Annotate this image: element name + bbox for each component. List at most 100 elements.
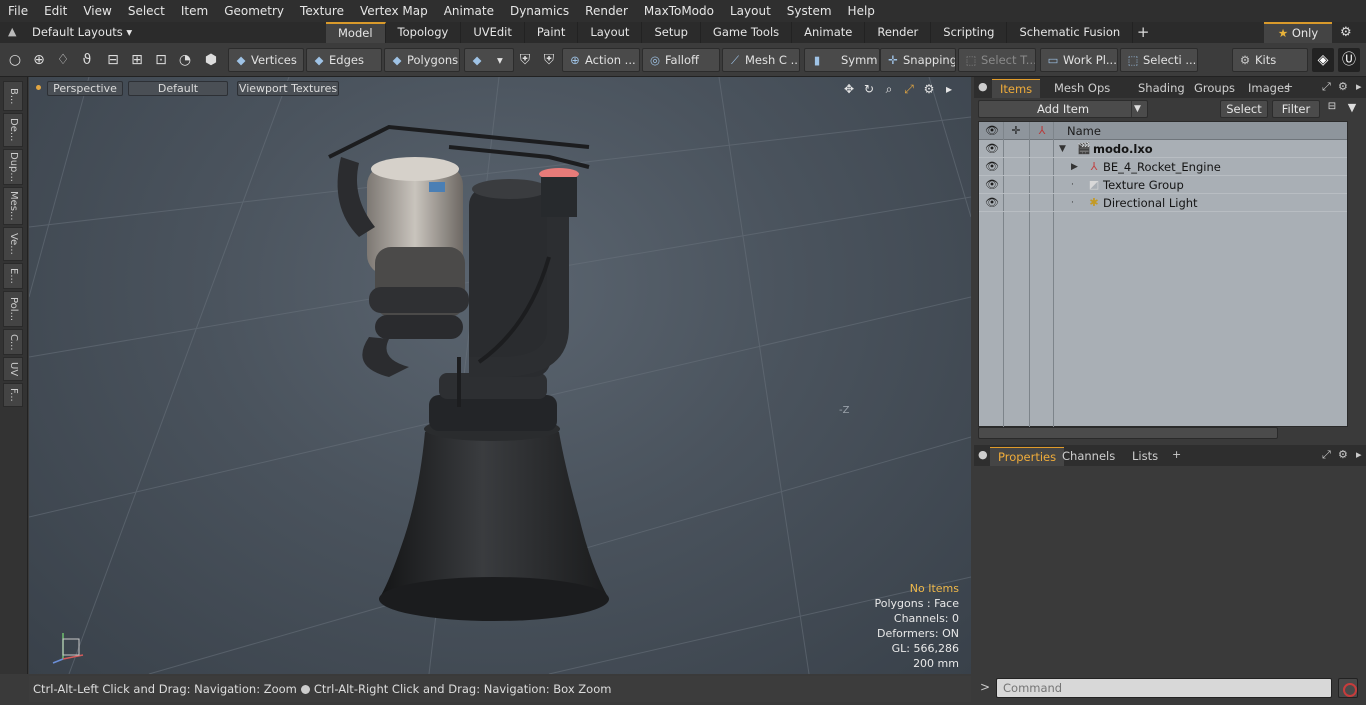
modo-cube-icon[interactable]: ◈ bbox=[1312, 48, 1334, 72]
add-tab-icon[interactable]: + bbox=[1284, 80, 1293, 93]
zoom-icon[interactable]: ⌕ bbox=[881, 81, 897, 97]
funnel-icon[interactable]: ▼ bbox=[1344, 101, 1360, 117]
panel-gear-icon[interactable]: ⚙ bbox=[1338, 448, 1348, 461]
tab-channels[interactable]: Channels bbox=[1054, 447, 1123, 466]
panel-arrow-icon[interactable]: ▸ bbox=[1356, 80, 1362, 93]
add-tab-icon[interactable]: + bbox=[1172, 448, 1181, 461]
tab-properties[interactable]: Properties bbox=[990, 447, 1065, 466]
shield-icon[interactable]: ⛨ bbox=[514, 48, 536, 72]
shield-alt-icon[interactable]: ⛨ bbox=[538, 48, 560, 72]
tree-scrollbar[interactable] bbox=[978, 427, 1278, 439]
brush-icon[interactable]: ϑ bbox=[76, 48, 98, 72]
palette-tab-4[interactable]: Mes... bbox=[3, 187, 23, 225]
visibility-column-icon[interactable]: 👁 bbox=[983, 123, 1001, 139]
viewport-expand-icon[interactable]: ▸ bbox=[941, 81, 957, 97]
collapse-icon[interactable]: ⊟ bbox=[1324, 101, 1340, 117]
selection-sets-button[interactable]: ⬚ Selecti ... bbox=[1120, 48, 1198, 72]
panel-dot-icon[interactable]: ● bbox=[978, 448, 988, 461]
expand-arrow-icon[interactable]: ▼ bbox=[1059, 140, 1066, 158]
move-icon[interactable]: ✥ bbox=[841, 81, 857, 97]
menu-system[interactable]: System bbox=[779, 0, 840, 22]
center-icon[interactable]: ⊞ bbox=[126, 48, 148, 72]
pen-icon[interactable]: ♢ bbox=[52, 48, 74, 72]
select-through-button[interactable]: ⬚ Select T... bbox=[958, 48, 1036, 72]
only-button[interactable]: ★ Only bbox=[1264, 22, 1332, 43]
tab-setup[interactable]: Setup bbox=[642, 22, 701, 43]
menu-help[interactable]: Help bbox=[840, 0, 883, 22]
palette-tab-10[interactable]: F... bbox=[3, 383, 23, 407]
panel-gear-icon[interactable]: ⚙ bbox=[1338, 80, 1348, 93]
menu-edit[interactable]: Edit bbox=[36, 0, 75, 22]
palette-tab-8[interactable]: C... bbox=[3, 329, 23, 355]
rocket-engine-model[interactable] bbox=[29, 77, 971, 674]
eye-icon[interactable]: 👁 bbox=[985, 160, 999, 174]
menu-layout[interactable]: Layout bbox=[722, 0, 779, 22]
panel-arrow-icon[interactable]: ▸ bbox=[1356, 448, 1362, 461]
work-plane-button[interactable]: ▭ Work Pl... bbox=[1040, 48, 1118, 72]
item-mode-icon[interactable]: ⬢ bbox=[200, 48, 222, 72]
tab-schematic-fusion[interactable]: Schematic Fusion bbox=[1007, 22, 1134, 43]
menu-file[interactable]: File bbox=[0, 0, 36, 22]
clock-icon[interactable]: ◔ bbox=[174, 48, 196, 72]
tab-lists[interactable]: Lists bbox=[1124, 447, 1166, 466]
tree-row-scene[interactable]: 👁 ▼ 🎬 modo.lxo bbox=[979, 140, 1347, 158]
menu-animate[interactable]: Animate bbox=[436, 0, 502, 22]
viewport-options-dot[interactable] bbox=[36, 85, 41, 90]
menu-view[interactable]: View bbox=[75, 0, 119, 22]
tab-model[interactable]: Model bbox=[326, 22, 386, 43]
tree-row-mesh[interactable]: 👁 ▶ ⅄ BE_4_Rocket_Engine bbox=[979, 158, 1347, 176]
tab-topology[interactable]: Topology bbox=[386, 22, 462, 43]
falloff-button[interactable]: ◎ Falloff bbox=[642, 48, 720, 72]
menu-render[interactable]: Render bbox=[577, 0, 636, 22]
palette-tab-5[interactable]: Ve... bbox=[3, 227, 23, 261]
maximize-icon[interactable]: ⤢ bbox=[901, 81, 917, 97]
frame-icon[interactable]: ⊡ bbox=[150, 48, 172, 72]
vertices-button[interactable]: ◆ Vertices bbox=[228, 48, 304, 72]
tab-game-tools[interactable]: Game Tools bbox=[701, 22, 793, 43]
type-column-icon[interactable]: ⅄ bbox=[1033, 123, 1051, 139]
record-icon[interactable] bbox=[1338, 678, 1358, 698]
palette-tab-9[interactable]: UV bbox=[3, 357, 23, 381]
perspective-selector[interactable]: Perspective bbox=[47, 81, 123, 96]
add-item-button[interactable]: Add Item ▼ bbox=[978, 100, 1148, 118]
palette-tab-2[interactable]: De... bbox=[3, 113, 23, 147]
palette-tab-6[interactable]: E... bbox=[3, 263, 23, 289]
layout-selector[interactable]: Default Layouts ▾ bbox=[32, 24, 132, 41]
add-tab-icon[interactable]: + bbox=[1133, 22, 1153, 43]
menu-item[interactable]: Item bbox=[173, 0, 216, 22]
tab-scripting[interactable]: Scripting bbox=[931, 22, 1008, 43]
viewport-gear-icon[interactable]: ⚙ bbox=[921, 81, 937, 97]
snapping-button[interactable]: ✛ Snapping bbox=[880, 48, 956, 72]
name-column-header[interactable]: Name bbox=[1067, 122, 1101, 140]
palette-tab-7[interactable]: Pol... bbox=[3, 291, 23, 327]
select-button[interactable]: Select bbox=[1220, 100, 1268, 118]
menu-dynamics[interactable]: Dynamics bbox=[502, 0, 577, 22]
collapse-arrow-icon[interactable]: ▶ bbox=[1071, 158, 1078, 176]
menu-maxtomodo[interactable]: MaxToModo bbox=[636, 0, 722, 22]
align-icon[interactable]: ⊟ bbox=[102, 48, 124, 72]
tab-mesh-ops[interactable]: Mesh Ops bbox=[1046, 79, 1118, 98]
tab-layout[interactable]: Layout bbox=[578, 22, 643, 43]
tab-groups[interactable]: Groups bbox=[1186, 79, 1243, 98]
lock-column-icon[interactable]: ✛ bbox=[1007, 123, 1025, 139]
tab-items[interactable]: Items bbox=[992, 79, 1041, 98]
material-mode-button[interactable]: ◆ ▾ bbox=[464, 48, 514, 72]
menu-vertex-map[interactable]: Vertex Map bbox=[352, 0, 436, 22]
gear-icon[interactable]: ⚙ bbox=[1340, 25, 1352, 40]
tab-animate[interactable]: Animate bbox=[792, 22, 866, 43]
viewport-textures-selector[interactable]: Viewport Textures bbox=[237, 81, 339, 96]
shading-selector[interactable]: Default bbox=[128, 81, 228, 96]
action-center-button[interactable]: ⊕ Action ... bbox=[562, 48, 640, 72]
tab-shading[interactable]: Shading bbox=[1130, 79, 1193, 98]
panel-expand-icon[interactable]: ⤢ bbox=[1322, 80, 1331, 94]
tree-row-light[interactable]: 👁 · ✱ Directional Light bbox=[979, 194, 1347, 212]
edges-button[interactable]: ◆ Edges bbox=[306, 48, 382, 72]
eye-icon[interactable]: 👁 bbox=[985, 178, 999, 192]
unreal-icon[interactable]: Ⓤ bbox=[1338, 48, 1360, 72]
panel-expand-icon[interactable]: ⤢ bbox=[1322, 448, 1331, 462]
circle-select-icon[interactable]: ○ bbox=[4, 48, 26, 72]
eye-icon[interactable]: 👁 bbox=[985, 196, 999, 210]
polygons-button[interactable]: ◆ Polygons bbox=[384, 48, 460, 72]
panel-dot-icon[interactable]: ● bbox=[978, 80, 988, 93]
palette-tab-1[interactable]: B... bbox=[3, 81, 23, 111]
